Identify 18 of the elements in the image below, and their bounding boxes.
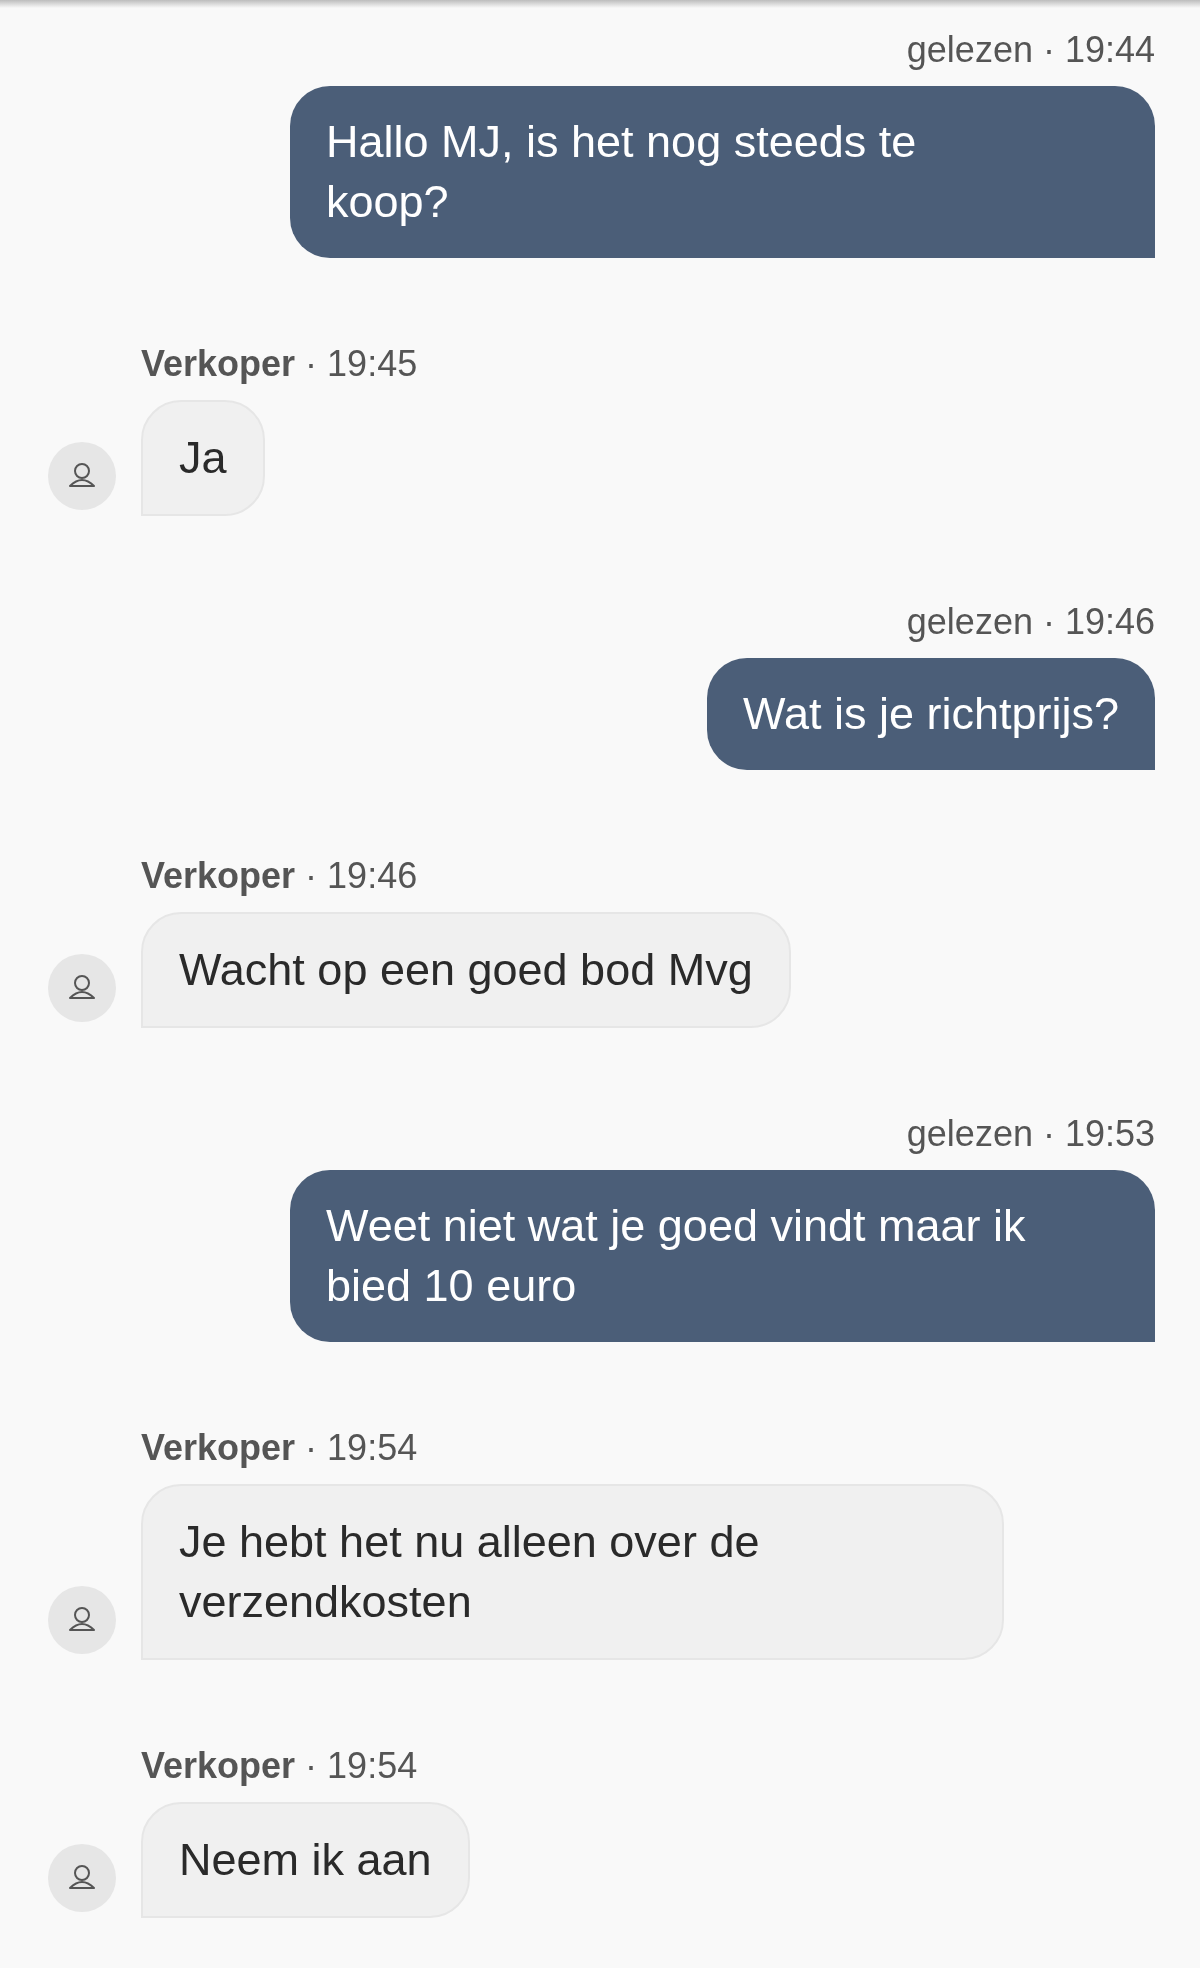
sender-meta: Verkoper · 19:54 [141, 1428, 418, 1468]
avatar-icon [48, 442, 116, 510]
message-bubble: Hallo MJ, is het nog steeds te koop? [290, 86, 1155, 258]
message-bubble: Weet niet wat je goed vindt maar ik bied 10 euro [290, 1170, 1155, 1342]
avatar-icon [48, 1844, 116, 1912]
avatar-icon [48, 954, 116, 1022]
read-status: gelezen · 19:46 [906, 602, 1155, 642]
read-status: gelezen · 19:44 [906, 30, 1155, 70]
message-bubble: Wat is je richtprijs? [707, 658, 1155, 770]
message-bubble: Neem ik aan [141, 1802, 470, 1918]
message-bubble: Je hebt het nu alleen over de verzendkosten [141, 1484, 1004, 1660]
sender-meta: Verkoper · 19:54 [141, 1746, 418, 1786]
message-bubble: Wacht op een goed bod Mvg [141, 912, 791, 1028]
message-bubble: Ja [141, 400, 265, 516]
sender-meta: Verkoper · 19:46 [141, 856, 418, 896]
avatar-icon [48, 1586, 116, 1654]
sender-meta: Verkoper · 19:45 [141, 344, 418, 384]
read-status: gelezen · 19:53 [906, 1114, 1155, 1154]
